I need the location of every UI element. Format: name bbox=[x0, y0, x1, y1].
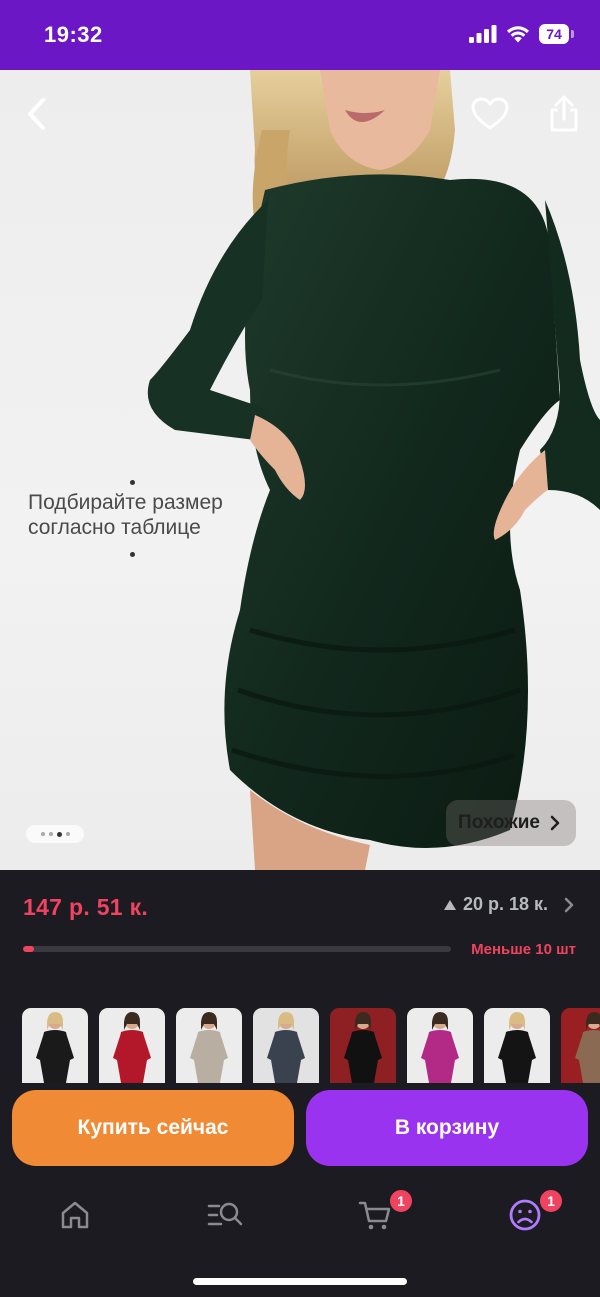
buy-now-button[interactable]: Купить сейчас bbox=[12, 1090, 294, 1166]
size-hint: Подбирайте размер согласно таблице bbox=[28, 490, 223, 540]
hint-dot-bottom bbox=[130, 552, 135, 557]
variant-thumbnail[interactable] bbox=[99, 1008, 165, 1083]
battery-icon: 74 bbox=[539, 24, 574, 44]
variant-thumbnail[interactable] bbox=[176, 1008, 242, 1083]
nav-profile[interactable]: 1 bbox=[450, 1180, 600, 1250]
chevron-right-icon bbox=[564, 897, 574, 912]
variant-thumbnail[interactable] bbox=[330, 1008, 396, 1083]
status-icons: 74 bbox=[469, 24, 574, 44]
chevron-right-icon bbox=[550, 815, 560, 831]
dress-thumbnail-image bbox=[253, 1008, 319, 1083]
gallery-dot bbox=[56, 831, 62, 837]
back-button[interactable] bbox=[14, 92, 58, 136]
stock-progress-fill bbox=[23, 946, 34, 952]
home-indicator bbox=[193, 1278, 407, 1285]
dress-thumbnail-image bbox=[407, 1008, 473, 1083]
profile-icon bbox=[509, 1199, 541, 1231]
signal-icon bbox=[469, 25, 497, 43]
size-hint-line2: согласно таблице bbox=[28, 516, 201, 539]
similar-label: Похожие bbox=[458, 812, 540, 833]
share-button[interactable] bbox=[542, 92, 586, 136]
dress-thumbnail-image bbox=[22, 1008, 88, 1083]
gallery-dot bbox=[65, 832, 70, 836]
price-history-link[interactable]: 20 р. 18 к. bbox=[443, 894, 576, 915]
dress-thumbnail-image bbox=[330, 1008, 396, 1083]
gallery-pagination[interactable] bbox=[26, 825, 84, 843]
nav-catalog[interactable] bbox=[150, 1180, 300, 1250]
favorite-button[interactable] bbox=[468, 92, 512, 136]
home-icon bbox=[61, 1201, 89, 1229]
variant-thumbnails[interactable] bbox=[22, 1008, 600, 1083]
variant-thumbnail[interactable] bbox=[561, 1008, 600, 1083]
battery-level: 74 bbox=[539, 24, 569, 44]
wifi-icon bbox=[507, 26, 529, 43]
cart-icon bbox=[358, 1201, 391, 1230]
catalog-search-icon bbox=[207, 1202, 243, 1226]
triangle-up-icon bbox=[443, 899, 456, 910]
dress-thumbnail-image bbox=[484, 1008, 550, 1083]
variant-thumbnail[interactable] bbox=[253, 1008, 319, 1083]
price-card: 147 р. 51 к. 20 р. 18 к. Меньше 10 шт bbox=[0, 870, 600, 973]
bottom-nav: 1 1 bbox=[0, 1180, 600, 1250]
status-time: 19:32 bbox=[44, 22, 103, 47]
gallery-dot bbox=[48, 832, 53, 836]
similar-button[interactable]: Похожие bbox=[446, 800, 576, 846]
add-to-cart-button[interactable]: В корзину bbox=[306, 1090, 588, 1166]
nav-home[interactable] bbox=[0, 1180, 150, 1250]
product-photo[interactable]: Подбирайте размер согласно таблице Похож… bbox=[0, 70, 600, 870]
gallery-dot bbox=[40, 832, 45, 836]
heart-icon bbox=[471, 97, 509, 130]
status-bar: 19:32 74 bbox=[0, 0, 600, 70]
product-image bbox=[147, 70, 600, 870]
variant-thumbnail[interactable] bbox=[22, 1008, 88, 1083]
dress-thumbnail-image bbox=[561, 1008, 600, 1083]
size-hint-line1: Подбирайте размер bbox=[28, 491, 223, 514]
nav-cart[interactable]: 1 bbox=[300, 1180, 450, 1250]
dress-thumbnail-image bbox=[176, 1008, 242, 1083]
stock-label: Меньше 10 шт bbox=[471, 941, 576, 958]
share-icon bbox=[550, 95, 578, 132]
cart-badge: 1 bbox=[388, 1188, 414, 1214]
profile-badge: 1 bbox=[538, 1188, 564, 1214]
back-arrow-icon bbox=[28, 98, 45, 130]
stock-progress-bar bbox=[23, 946, 451, 952]
variant-thumbnail[interactable] bbox=[407, 1008, 473, 1083]
alt-price: 20 р. 18 к. bbox=[462, 894, 548, 914]
hint-dot-top bbox=[130, 480, 135, 485]
variant-thumbnail[interactable] bbox=[484, 1008, 550, 1083]
current-price: 147 р. 51 к. bbox=[23, 894, 149, 920]
dress-thumbnail-image bbox=[99, 1008, 165, 1083]
